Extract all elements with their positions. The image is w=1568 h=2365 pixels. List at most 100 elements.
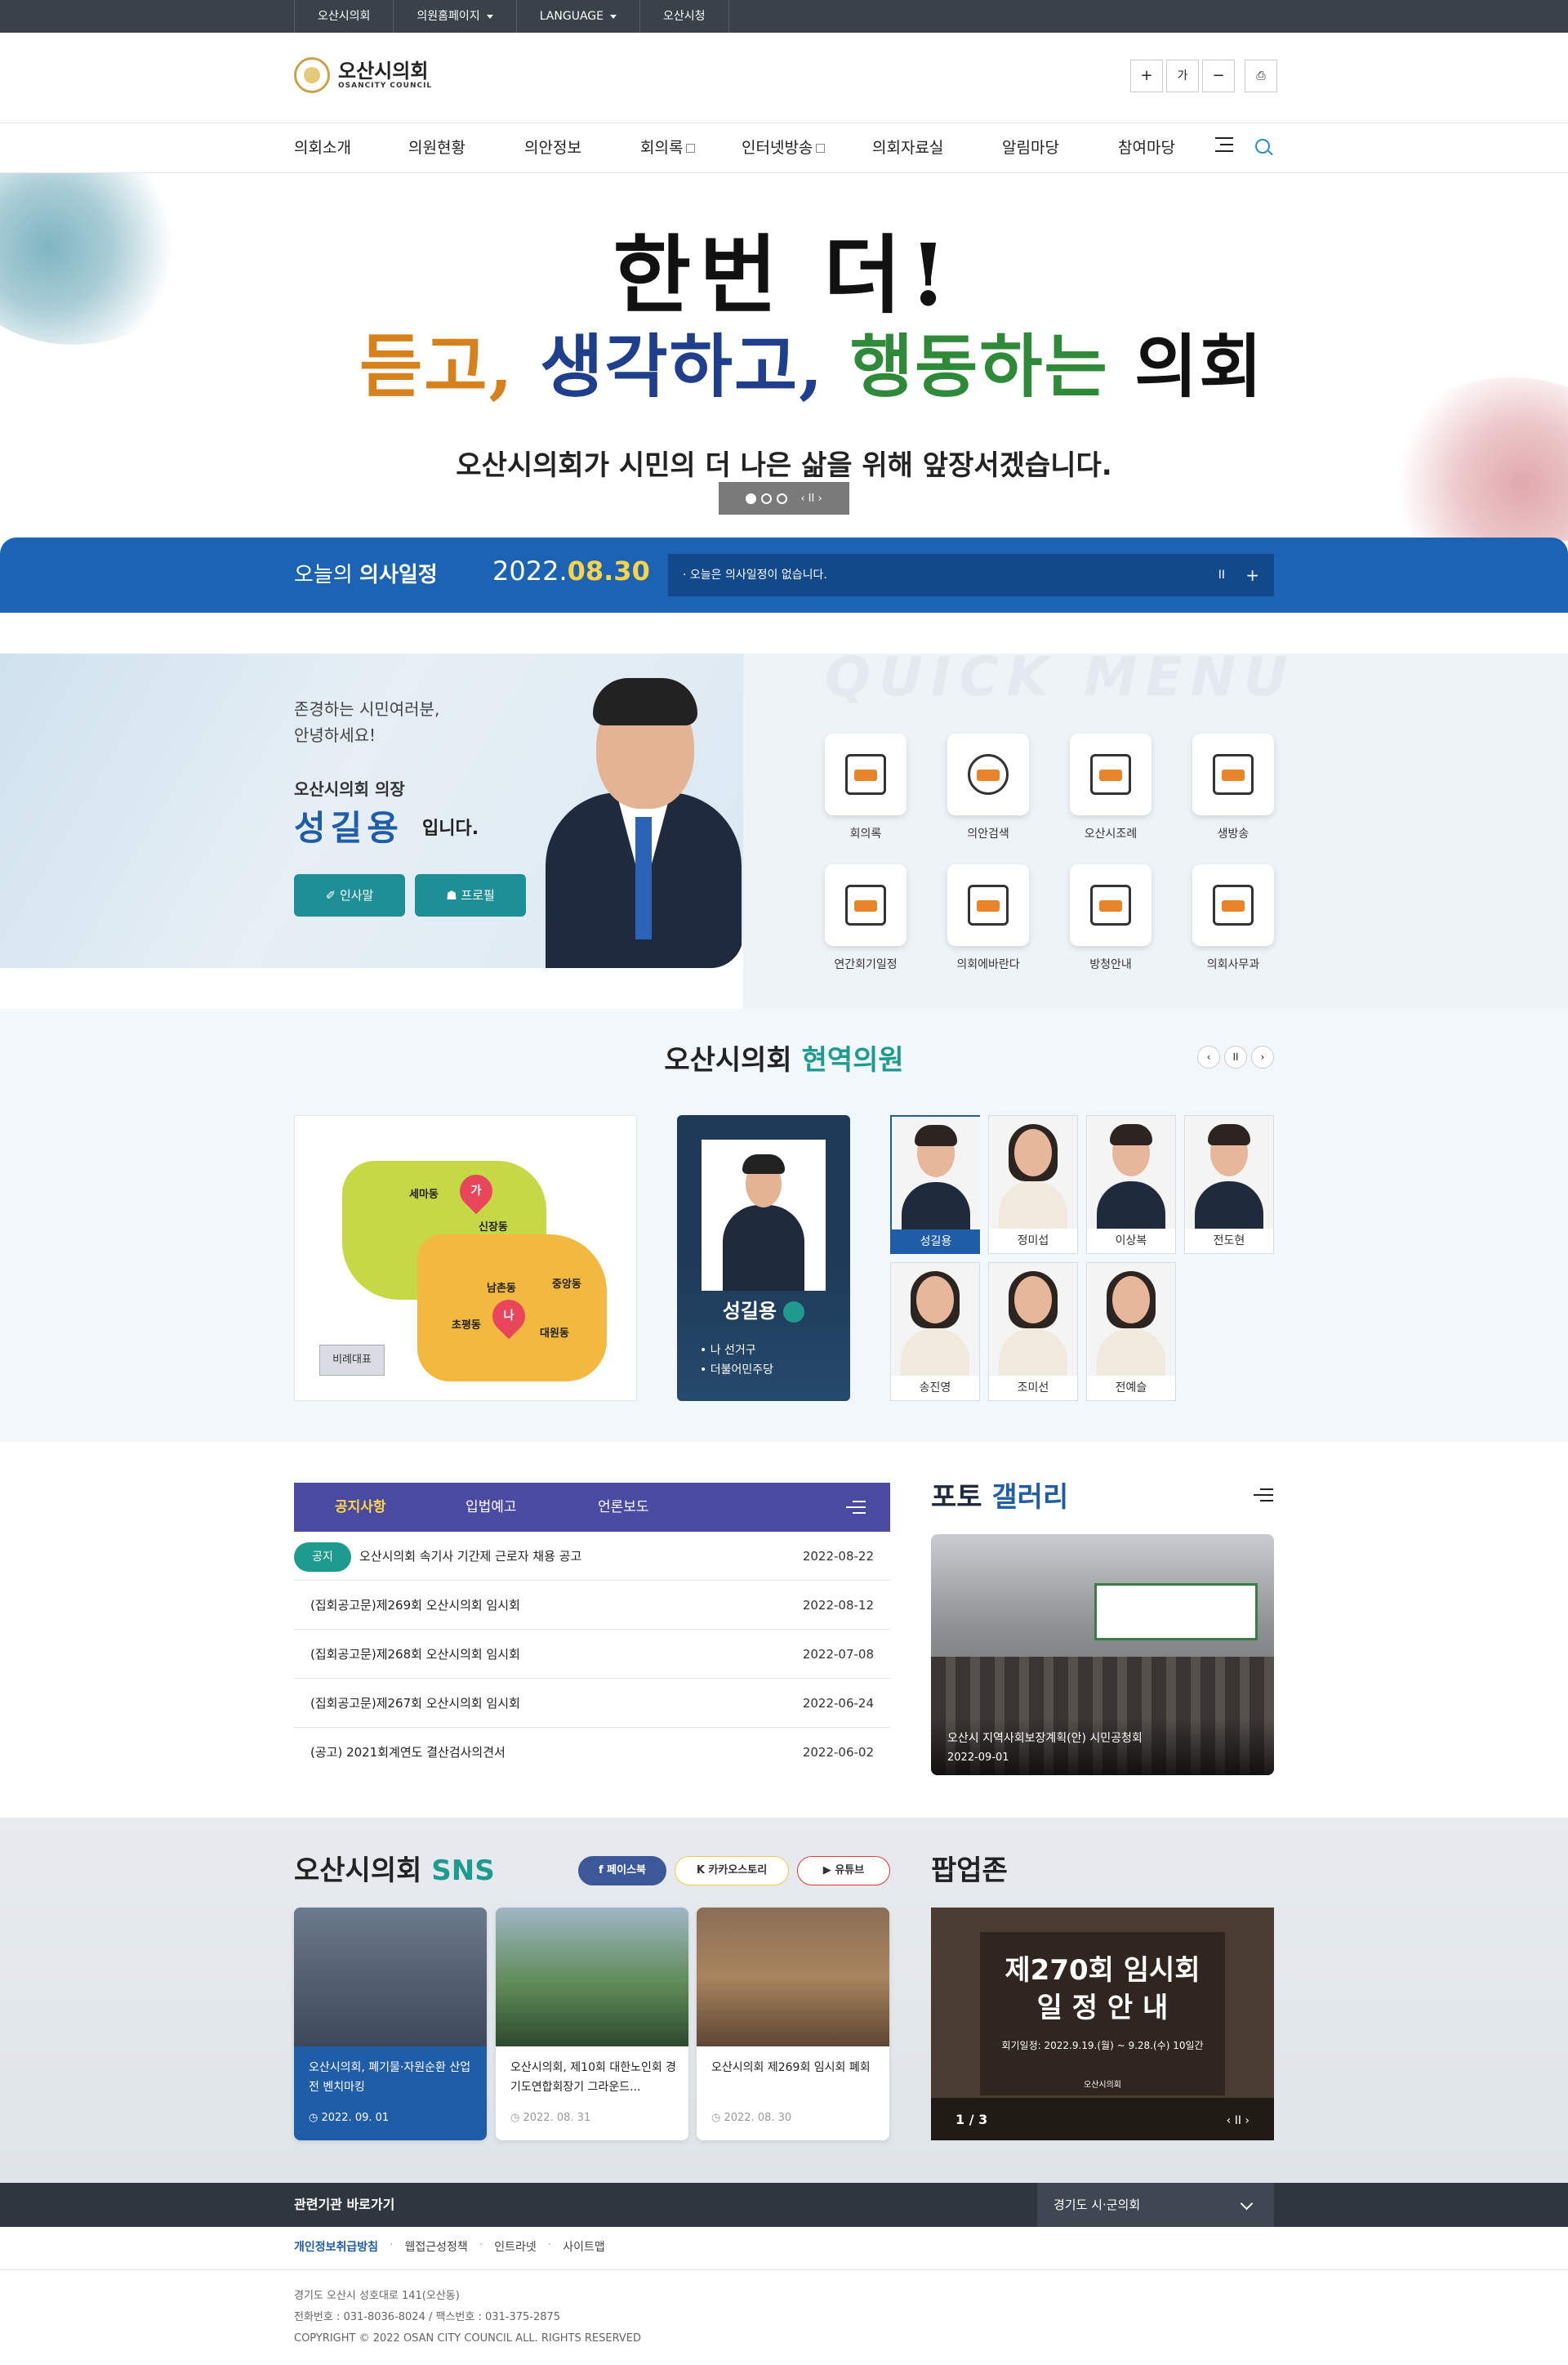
quick-item-annual-schedule[interactable]: 연간회기일정: [825, 864, 906, 972]
slide-dot[interactable]: [761, 493, 773, 504]
proportional-button[interactable]: 비례대표: [319, 1345, 385, 1376]
sns-image: [697, 1908, 889, 2046]
members-pause-button[interactable]: II: [1224, 1046, 1247, 1069]
util-link-language[interactable]: LANGUAGE: [515, 0, 639, 33]
accessibility-link[interactable]: 웹접근성정책: [405, 2238, 468, 2255]
gallery-date: 2022-09-01: [947, 1751, 1009, 1764]
members-next-button[interactable]: ›: [1251, 1046, 1274, 1069]
tab-press[interactable]: 언론보도: [598, 1483, 649, 1532]
nav-item-participation[interactable]: 참여마당: [1118, 123, 1175, 172]
nav-item-minutes[interactable]: 회의록: [640, 123, 696, 172]
quick-item-visit-guide[interactable]: 방청안내: [1070, 864, 1152, 972]
sns-title: 오산시의회 SNS: [294, 1848, 495, 1888]
members-prev-button[interactable]: ‹: [1197, 1046, 1220, 1069]
map-pin-icon[interactable]: 나: [485, 1292, 532, 1340]
member-card[interactable]: 이상복: [1086, 1115, 1176, 1254]
sns-card[interactable]: 오산시의회 제269회 임시회 폐회 ◷ 2022. 08. 30: [697, 1908, 889, 2140]
popup-heading: 제270회 임시회 일 정 안 내: [931, 1952, 1274, 2027]
building-icon: [1192, 864, 1274, 946]
member-card[interactable]: 전도현: [1184, 1115, 1274, 1254]
chevron-down-icon: [486, 14, 493, 19]
quick-item-bill-search[interactable]: 의안검색: [947, 734, 1029, 841]
chairman-suffix: 입니다.: [422, 819, 479, 839]
slogan-word: 행동하는: [849, 326, 1109, 407]
nav-item-bills[interactable]: 의안정보: [524, 123, 581, 172]
zoom-out-button[interactable]: −: [1202, 60, 1235, 92]
featured-member-info: • 나 선거구 • 더불어민주당: [700, 1341, 773, 1380]
home-icon[interactable]: [783, 1301, 805, 1323]
slider-nav-buttons[interactable]: ‹ II ›: [800, 493, 822, 505]
util-link-label: LANGUAGE: [539, 10, 604, 23]
list-item[interactable]: (집회공고문)제268회 오산시의회 임시회 2022-07-08: [294, 1630, 890, 1679]
sitemap-link[interactable]: 사이트맵: [563, 2238, 605, 2255]
sns-image: [294, 1908, 487, 2046]
member-card[interactable]: 성길용: [890, 1115, 980, 1254]
privacy-policy-link[interactable]: 개인정보취급방침: [294, 2238, 378, 2255]
visual-slider-control: ‹ II ›: [719, 482, 849, 515]
more-button[interactable]: +: [1245, 554, 1259, 596]
nav-item-notice[interactable]: 알림마당: [1002, 123, 1059, 172]
footer-links: 개인정보취급방침 · 웹접근성정책 · 인트라넷 · 사이트맵: [294, 2238, 605, 2255]
member-card[interactable]: 정미섭: [988, 1115, 1078, 1254]
util-link-city-hall[interactable]: 오산시청: [639, 0, 729, 33]
font-reset-button[interactable]: 가: [1166, 60, 1199, 92]
facebook-button[interactable]: f 페이스북: [578, 1856, 666, 1885]
external-link-icon: [686, 144, 696, 153]
sns-card[interactable]: 오산시의회, 제10회 대한노인회 경기도연합회장기 그라운드... ◷ 202…: [496, 1908, 688, 2140]
youtube-button[interactable]: ▶ 유튜브: [797, 1856, 890, 1885]
list-item[interactable]: (집회공고문)제269회 오산시의회 임시회 2022-08-12: [294, 1581, 890, 1630]
more-menu-icon[interactable]: [1254, 1488, 1273, 1506]
member-card[interactable]: 송진영: [890, 1262, 980, 1401]
map-label: 중앙동: [552, 1278, 581, 1291]
intranet-link[interactable]: 인트라넷: [494, 2238, 537, 2255]
chairman-greeting: 존경하는 시민여러분, 안녕하세요! 오산시의회 의장 성길용 입니다. ✐ 인사…: [0, 654, 743, 968]
more-menu-icon[interactable]: [846, 1501, 866, 1518]
notice-title: 오산시의회 속기사 기간제 근로자 채용 공고: [359, 1549, 582, 1564]
slide-dot[interactable]: [746, 493, 757, 504]
address-text: 경기도 오산시 성호대로 141(오산동): [294, 2290, 460, 2302]
quick-item-minutes[interactable]: 회의록: [825, 734, 906, 841]
featured-member-photo: [702, 1140, 826, 1291]
notice-title: (집회공고문)제269회 오산시의회 임시회: [310, 1598, 520, 1613]
list-item[interactable]: (공고) 2021회계연도 결산검사의견서 2022-06-02: [294, 1728, 890, 1777]
sns-text: 오산시의회, 제10회 대한노인회 경기도연합회장기 그라운드...: [510, 2061, 677, 2094]
pause-button[interactable]: II: [1218, 554, 1225, 596]
quick-label: 의안검색: [967, 828, 1009, 841]
related-sites-select[interactable]: 경기도 시·군의회: [1037, 2183, 1274, 2227]
nav-item-members[interactable]: 의원현황: [408, 123, 466, 172]
featured-member[interactable]: 성길용 • 나 선거구 • 더불어민주당: [677, 1115, 850, 1401]
nav-item-archive[interactable]: 의회자료실: [872, 123, 943, 172]
util-link-council[interactable]: 오산시의회: [294, 0, 393, 33]
event-banner: [1094, 1583, 1258, 1640]
sns-card[interactable]: 오산시의회, 폐기물·자원순환 산업전 벤치마킹 ◷ 2022. 09. 01: [294, 1908, 487, 2140]
search-icon[interactable]: [1255, 139, 1270, 154]
popup-banner[interactable]: 제270회 임시회 일 정 안 내 회기일정: 2022.9.19.(월) ~ 9…: [931, 1908, 1274, 2140]
list-item[interactable]: (집회공고문)제267회 오산시의회 임시회 2022-06-24: [294, 1679, 890, 1728]
kakaostory-button[interactable]: K 카카오스토리: [675, 1856, 789, 1885]
quick-item-live[interactable]: 생방송: [1192, 734, 1274, 841]
list-item[interactable]: 공지 오산시의회 속기사 기간제 근로자 채용 공고 2022-08-22: [294, 1532, 890, 1581]
quick-item-office[interactable]: 의회사무과: [1192, 864, 1274, 972]
site-logo[interactable]: 오산시의회 OSANCITY COUNCIL: [294, 57, 432, 93]
member-card[interactable]: 전예슬: [1086, 1262, 1176, 1401]
gallery-photo[interactable]: 오산시 지역사회보장계획(안) 시민공청회 2022-09-01: [931, 1534, 1274, 1775]
quick-item-ordinance[interactable]: 오산시조례: [1070, 734, 1152, 841]
popup-controls[interactable]: ‹ II ›: [1227, 2114, 1250, 2127]
map-pin-icon[interactable]: 가: [452, 1167, 500, 1215]
print-button[interactable]: ⎙: [1245, 60, 1277, 92]
slide-dot[interactable]: [777, 493, 788, 504]
zoom-in-button[interactable]: +: [1130, 60, 1163, 92]
tab-legislation[interactable]: 입법예고: [466, 1483, 517, 1532]
tab-notice[interactable]: 공지사항: [335, 1483, 386, 1532]
nav-item-council-intro[interactable]: 의회소개: [294, 123, 351, 172]
greeting-button[interactable]: ✐ 인사말: [294, 874, 405, 917]
util-link-member-homepage[interactable]: 의원홈페이지: [393, 0, 515, 33]
notice-date: 2022-06-02: [802, 1745, 874, 1760]
profile-button[interactable]: ☗ 프로필: [415, 874, 526, 917]
all-menu-icon[interactable]: [1215, 137, 1233, 157]
utility-bar: 오산시의회 의원홈페이지 LANGUAGE 오산시청: [0, 0, 1568, 33]
member-card[interactable]: 조미선: [988, 1262, 1078, 1401]
sns-text: 오산시의회, 폐기물·자원순환 산업전 벤치마킹: [309, 2061, 471, 2094]
quick-item-suggestion[interactable]: 의회에바란다: [947, 864, 1029, 972]
nav-item-broadcast[interactable]: 인터넷방송: [742, 123, 826, 172]
